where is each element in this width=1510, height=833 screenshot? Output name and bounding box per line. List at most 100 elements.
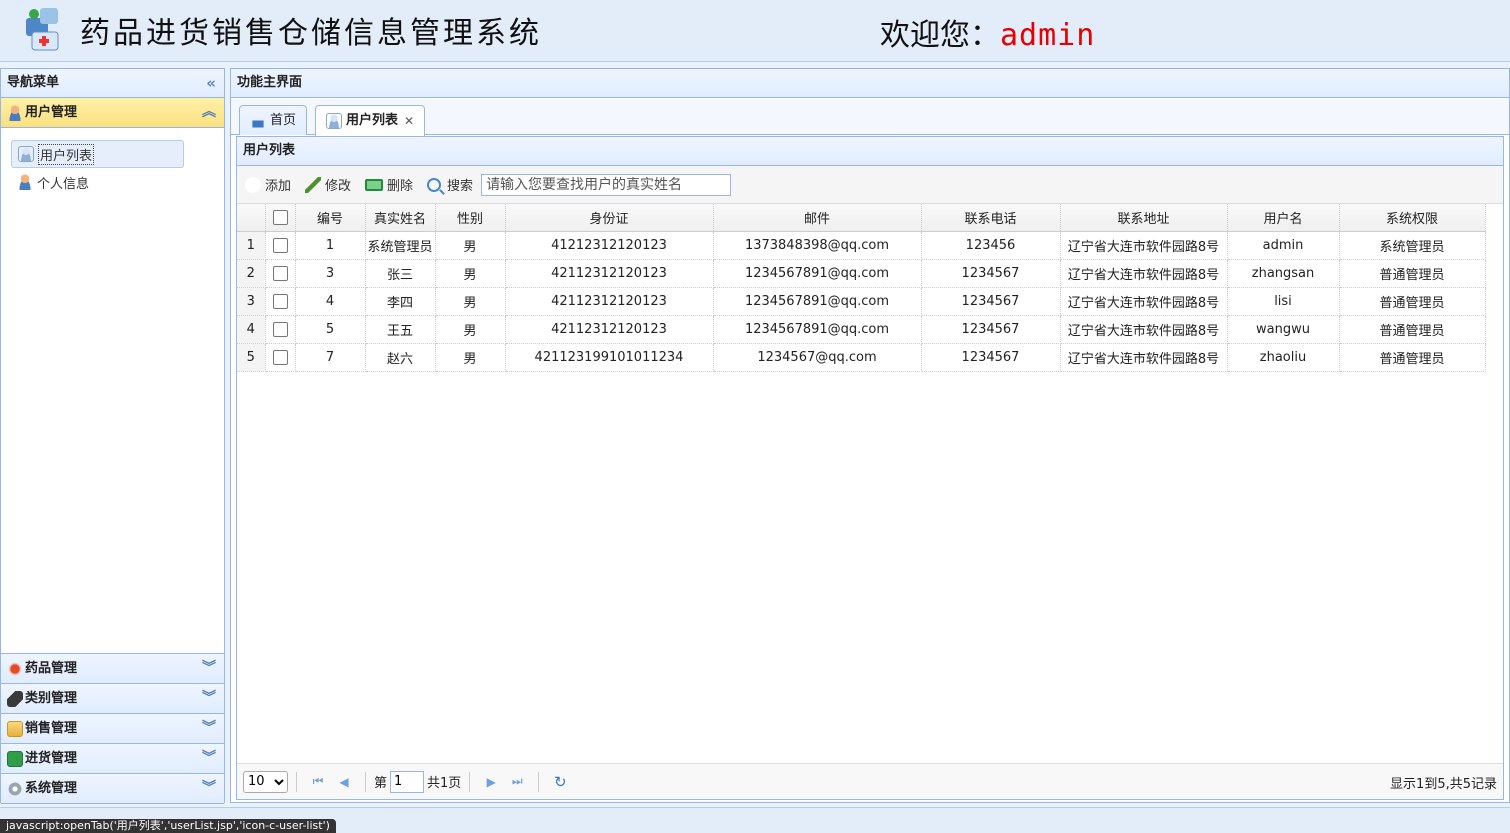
toolbar: 添加 修改 删除 搜索 (237, 166, 1503, 204)
delete-button[interactable]: 删除 (365, 175, 413, 194)
column-header[interactable]: 性别 (435, 204, 506, 232)
cell-idcard: 41212312120123 (505, 231, 714, 260)
nav-item-user-list[interactable]: 用户列表 (11, 140, 184, 168)
tab-label: 用户列表 (346, 113, 399, 128)
row-select-cell (265, 343, 296, 372)
add-label: 添加 (265, 179, 292, 194)
user-list-panel: 用户列表 添加 修改 删除 搜索 (236, 136, 1504, 800)
cell-username: lisi (1227, 287, 1340, 316)
row-select-cell (265, 231, 296, 260)
column-header[interactable]: 邮件 (713, 204, 922, 232)
collapse-left-icon[interactable]: « (206, 69, 216, 97)
record-info: 显示1到5,共5记录 (1390, 777, 1497, 792)
cell-phone: 1234567 (921, 259, 1061, 288)
add-button[interactable]: 添加 (245, 174, 292, 194)
chevron-down-icon[interactable]: ︾ (202, 744, 216, 773)
cell-idcard: 42112312120123 (505, 259, 714, 288)
divider (469, 771, 471, 792)
tab-label: 首页 (270, 112, 297, 128)
chevron-down-icon[interactable]: ︾ (202, 654, 216, 683)
cell-gender: 男 (435, 343, 506, 372)
cell-name: 赵六 (365, 343, 436, 372)
chevron-up-icon[interactable]: ︽ (202, 98, 216, 127)
search-button[interactable]: 搜索 (427, 175, 473, 194)
nav-item-profile[interactable]: 个人信息 (11, 168, 184, 196)
last-page-icon[interactable]: ⏭ (504, 774, 530, 789)
row-checkbox[interactable] (272, 349, 288, 365)
page-number-input[interactable] (390, 770, 425, 793)
delete-label: 删除 (387, 179, 414, 194)
cell-role: 普通管理员 (1339, 287, 1486, 316)
cell-id: 7 (295, 343, 366, 372)
nav-section-system-management[interactable]: 系统管理 ︾ (1, 774, 224, 804)
user-icon (7, 104, 23, 121)
close-tab-icon[interactable]: ✕ (404, 107, 414, 135)
column-header[interactable]: 真实姓名 (365, 204, 436, 232)
column-header[interactable]: 系统权限 (1339, 204, 1486, 232)
first-page-icon[interactable]: ⏮ (305, 774, 331, 789)
user-list-icon (18, 146, 34, 162)
chevron-down-icon[interactable]: ︾ (202, 684, 216, 713)
user-list-icon (326, 113, 342, 129)
cell-id: 5 (295, 315, 366, 344)
table-row[interactable]: 5 7 赵六 男 421123199101011234 1234567@qq.c… (237, 343, 1486, 372)
row-checkbox[interactable] (272, 321, 288, 337)
table-header-row: 编号 真实姓名 性别 身份证 邮件 联系电话 联系地址 用户名 系统权限 (237, 204, 1486, 232)
main-panel-title: 功能主界面 (237, 75, 303, 90)
cell-phone: 1234567 (921, 287, 1061, 316)
cell-gender: 男 (435, 259, 506, 288)
table-row[interactable]: 4 5 王五 男 42112312120123 1234567891@qq.co… (237, 315, 1486, 344)
row-checkbox[interactable] (272, 293, 288, 309)
cell-role: 普通管理员 (1339, 259, 1486, 288)
refresh-icon[interactable]: ↻ (547, 773, 573, 791)
edit-button[interactable]: 修改 (305, 175, 351, 194)
table-row[interactable]: 1 1 系统管理员 男 41212312120123 1373848398@qq… (237, 231, 1486, 260)
app-header: 药品进货销售仓储信息管理系统 欢迎您：admin (0, 0, 1510, 62)
nav-section-category-management[interactable]: 类别管理 ︾ (1, 684, 224, 714)
cell-email: 1234567891@qq.com (713, 315, 922, 344)
nav-section-label: 销售管理 (25, 721, 78, 736)
divider (296, 771, 297, 792)
app-logo-icon (26, 8, 59, 51)
cell-id: 4 (295, 287, 366, 316)
column-header[interactable]: 联系电话 (921, 204, 1061, 232)
select-all-checkbox[interactable] (272, 209, 288, 225)
nav-section-drug-management[interactable]: 药品管理 ︾ (1, 654, 224, 684)
column-header[interactable]: 身份证 (505, 204, 714, 232)
table-row[interactable]: 2 3 张三 男 42112312120123 1234567891@qq.co… (237, 259, 1486, 288)
search-icon (427, 177, 442, 192)
prev-page-icon[interactable]: ◀ (331, 775, 357, 789)
search-input[interactable] (481, 173, 732, 196)
gear-icon (7, 780, 23, 797)
tab-home[interactable]: 首页 (239, 105, 308, 135)
cell-email: 1234567@qq.com (713, 343, 922, 372)
nav-section-sales-management[interactable]: 销售管理 ︾ (1, 714, 224, 744)
row-select-cell (265, 315, 296, 344)
select-all-cell (265, 204, 296, 232)
divider (365, 771, 366, 792)
user-table: 编号 真实姓名 性别 身份证 邮件 联系电话 联系地址 用户名 系统权限 1 1… (237, 204, 1486, 372)
cell-gender: 男 (435, 287, 506, 316)
chevron-down-icon[interactable]: ︾ (202, 774, 216, 803)
nav-section-label: 进货管理 (25, 751, 78, 766)
tab-user-list[interactable]: 用户列表 ✕ (315, 105, 426, 136)
nav-section-purchase-management[interactable]: 进货管理 ︾ (1, 744, 224, 774)
cell-name: 系统管理员 (365, 231, 436, 260)
tab-bar: 首页 用户列表 ✕ (231, 99, 1509, 136)
list-icon (7, 750, 23, 767)
row-checkbox[interactable] (272, 265, 288, 281)
row-checkbox[interactable] (272, 237, 288, 253)
page-prefix: 第 (374, 776, 388, 791)
table-row[interactable]: 3 4 李四 男 42112312120123 1234567891@qq.co… (237, 287, 1486, 316)
nav-section-label: 类别管理 (25, 691, 78, 706)
tag-icon (7, 690, 23, 707)
next-page-icon[interactable]: ▶ (478, 775, 504, 789)
column-header[interactable]: 用户名 (1227, 204, 1340, 232)
column-header[interactable]: 编号 (295, 204, 366, 232)
column-header[interactable]: 联系地址 (1060, 204, 1228, 232)
row-select-cell (265, 287, 296, 316)
page-size-select[interactable]: 10 (243, 770, 288, 793)
nav-section-user-management[interactable]: 用户管理 ︽ (1, 98, 224, 128)
cell-address: 辽宁省大连市软件园路8号 (1060, 343, 1228, 372)
chevron-down-icon[interactable]: ︾ (202, 714, 216, 743)
